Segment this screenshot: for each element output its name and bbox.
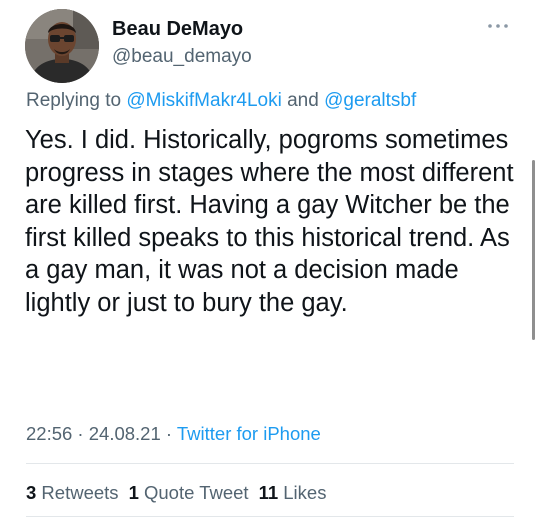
meta-separator: ·	[160, 423, 177, 444]
replying-to-label: Replying to	[26, 90, 127, 111]
meta-separator: ·	[72, 423, 89, 444]
retweets-label: Retweets	[36, 482, 119, 503]
author-avatar[interactable]	[25, 9, 99, 83]
tweet-text: Yes. I did. Historically, pogroms someti…	[25, 126, 514, 317]
tweet-source-link[interactable]: Twitter for iPhone	[177, 423, 321, 444]
retweets-count: 3	[26, 482, 37, 503]
quote-tweets-count: 1	[128, 482, 139, 503]
author-handle[interactable]: @beau_demayo	[112, 46, 252, 68]
author-display-name[interactable]: Beau DeMayo	[112, 18, 243, 41]
tweet-time[interactable]: 22:56	[26, 423, 72, 444]
divider	[26, 516, 514, 517]
avatar-image	[25, 9, 99, 83]
likes-stat[interactable]: 11 Likes	[259, 482, 327, 503]
replying-to-line: Replying to @MiskifMakr4Loki and @geralt…	[26, 90, 416, 112]
tweet-stats: 3 Retweets 1 Quote Tweet 11 Likes	[26, 482, 336, 504]
retweets-stat[interactable]: 3 Retweets	[26, 482, 119, 503]
mention-link-1[interactable]: @MiskifMakr4Loki	[126, 90, 281, 111]
tweet-card: Beau DeMayo @beau_demayo Replying to @Mi…	[0, 0, 540, 520]
scrollbar[interactable]	[532, 160, 535, 340]
tweet-meta: 22:56 · 24.08.21 · Twitter for iPhone	[26, 423, 321, 445]
divider	[26, 463, 514, 464]
quote-tweets-label: Quote Tweet	[138, 482, 249, 503]
likes-count: 11	[258, 482, 279, 503]
mention-link-2[interactable]: @geraltsbf	[324, 90, 416, 111]
more-options-icon[interactable]	[486, 18, 510, 34]
likes-label: Likes	[278, 482, 327, 503]
replying-to-conjunction: and	[281, 90, 325, 111]
tweet-date[interactable]: 24.08.21	[89, 423, 161, 444]
quote-tweets-stat[interactable]: 1 Quote Tweet	[129, 482, 249, 503]
